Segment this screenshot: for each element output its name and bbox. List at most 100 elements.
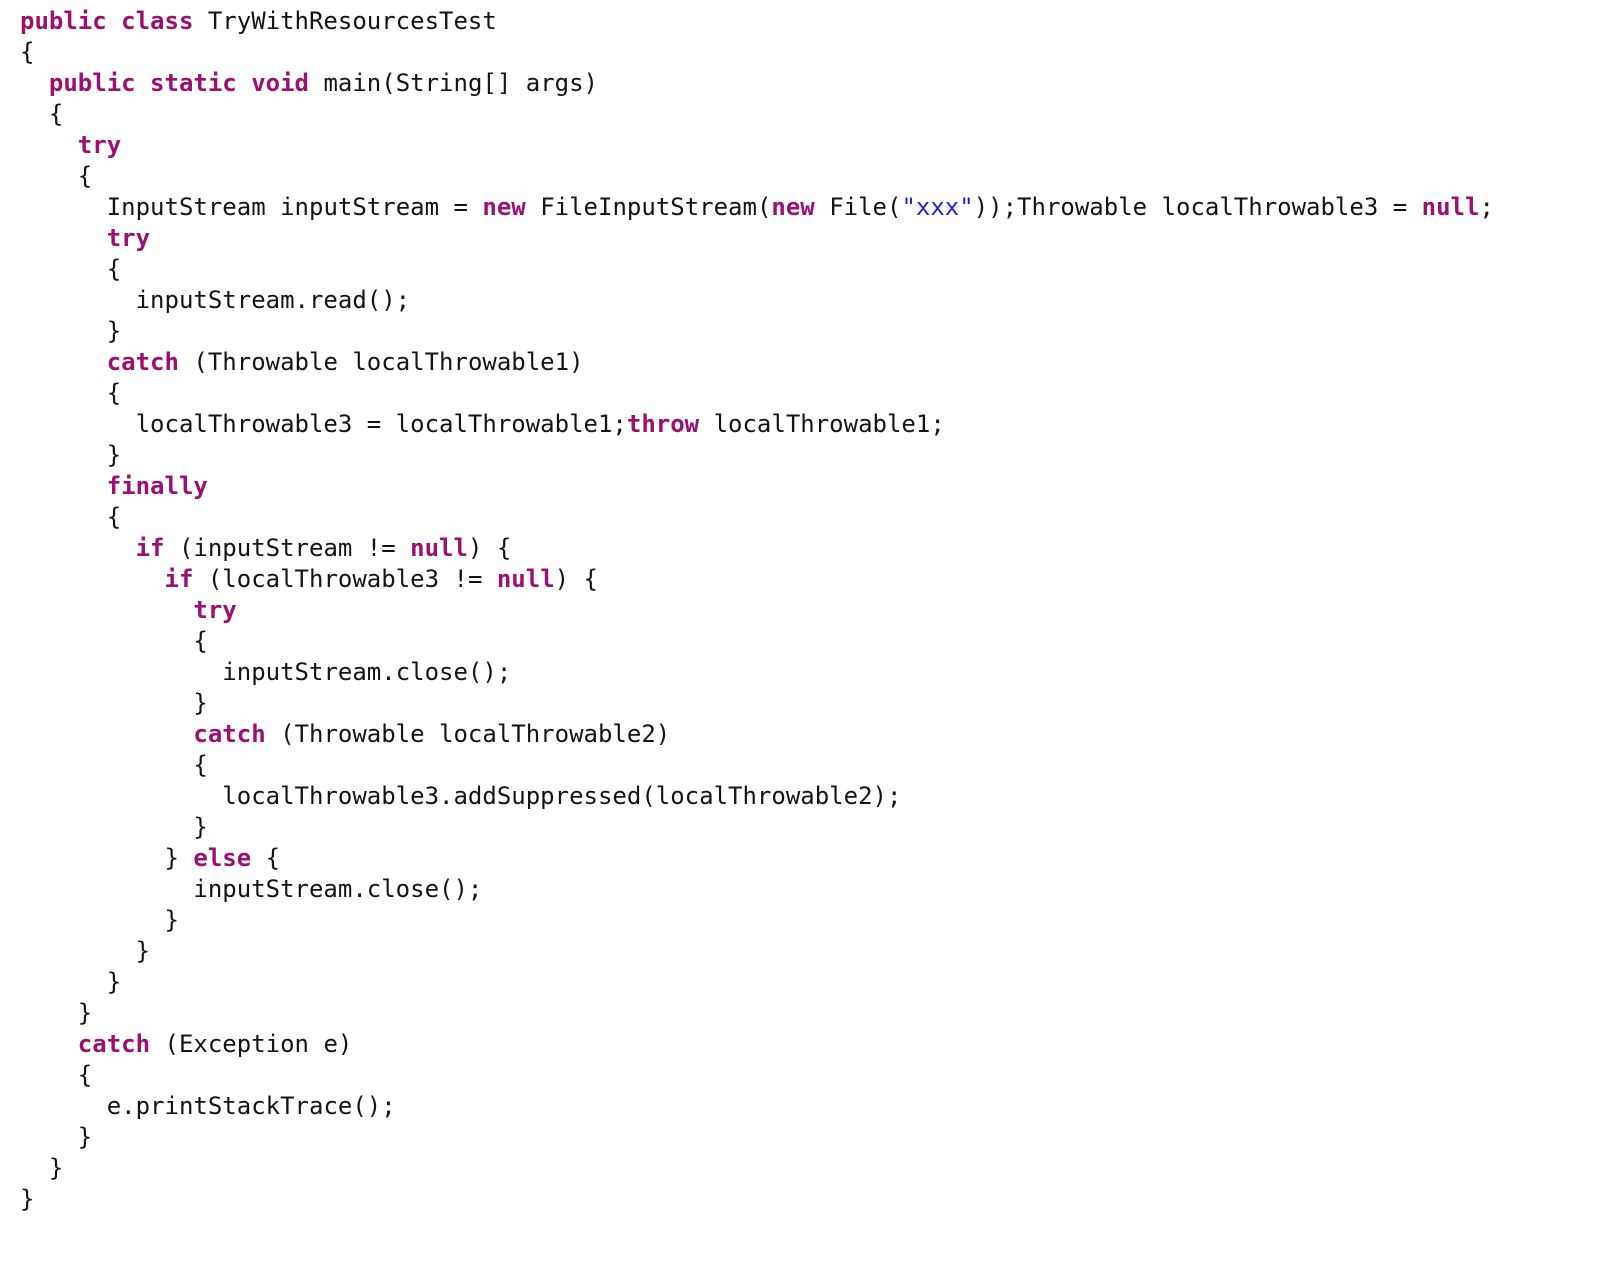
code-token-plain: localThrowable3.addSuppressed(localThrow…: [222, 782, 902, 810]
code-token-kw: if: [164, 565, 194, 593]
code-token-kw: if: [135, 534, 165, 562]
code-token-plain: ;: [1479, 193, 1494, 221]
code-line: {: [20, 99, 1494, 130]
code-line: catch (Throwable localThrowable1): [20, 347, 1494, 378]
code-token-plain: (localThrowable3 !=: [193, 565, 497, 593]
code-token-plain: inputStream.close();: [193, 875, 483, 903]
code-token-plain: inputStream.close();: [222, 658, 512, 686]
code-token-kw: finally: [106, 472, 208, 500]
code-token-plain: }: [48, 1154, 64, 1182]
code-token-plain: {: [106, 379, 122, 407]
code-line: inputStream.read();: [20, 285, 1494, 316]
code-line: catch (Exception e): [20, 1029, 1494, 1060]
code-line: }: [20, 1184, 1494, 1215]
code-token-plain: e.printStackTrace();: [106, 1092, 396, 1120]
code-token-plain: {: [193, 751, 208, 779]
code-line: } else {: [20, 843, 1494, 874]
code-token-kw: try: [193, 596, 237, 624]
code-token-plain: }: [106, 441, 122, 469]
code-line: finally: [20, 471, 1494, 502]
code-token-plain: main(String[] args): [309, 69, 598, 97]
code-line: {: [20, 502, 1494, 533]
code-token-plain: (inputStream !=: [164, 534, 411, 562]
code-line: try: [20, 223, 1494, 254]
code-token-plain: {: [48, 100, 64, 128]
code-token-plain: }: [164, 906, 179, 934]
code-token-kw: new: [482, 193, 526, 221]
code-line: {: [20, 37, 1494, 68]
code-token-plain: (Throwable localThrowable2): [265, 720, 671, 748]
code-token-kw: catch: [77, 1030, 151, 1058]
code-line: }: [20, 812, 1494, 843]
code-line: e.printStackTrace();: [20, 1091, 1494, 1122]
code-token-str: "xxx": [901, 193, 974, 221]
code-token-plain: }: [193, 813, 208, 841]
code-line: catch (Throwable localThrowable2): [20, 719, 1494, 750]
code-token-kw: null: [410, 534, 468, 562]
code-token-plain: (Throwable localThrowable1): [178, 348, 584, 376]
code-token-plain: {: [106, 503, 122, 531]
code-line: {: [20, 750, 1494, 781]
code-line: public static void main(String[] args): [20, 68, 1494, 99]
code-token-plain: localThrowable1;: [699, 410, 945, 438]
code-token-plain: }: [106, 968, 122, 996]
code-token-plain: ) {: [554, 565, 598, 593]
code-listing: public class TryWithResourcesTest{ publi…: [20, 6, 1494, 1215]
code-token-plain: {: [251, 844, 281, 872]
code-token-plain: }: [193, 689, 208, 717]
code-line: localThrowable3 = localThrowable1;throw …: [20, 409, 1494, 440]
code-token-plain: }: [77, 999, 93, 1027]
code-line: {: [20, 254, 1494, 285]
code-line: {: [20, 1060, 1494, 1091]
code-token-plain: TryWithResourcesTest: [193, 7, 497, 35]
code-line: try: [20, 130, 1494, 161]
code-token-kw: public static void: [48, 69, 309, 97]
code-token-plain: (Exception e): [150, 1030, 353, 1058]
code-token-kw: new: [771, 193, 815, 221]
code-token-plain: {: [193, 627, 208, 655]
code-line: }: [20, 905, 1494, 936]
code-token-plain: }: [20, 1185, 35, 1213]
code-line: try: [20, 595, 1494, 626]
code-token-plain: ));Throwable localThrowable3 =: [973, 193, 1422, 221]
code-token-plain: }: [164, 844, 194, 872]
code-line: InputStream inputStream = new FileInputS…: [20, 192, 1494, 223]
code-token-plain: }: [135, 937, 151, 965]
code-line: }: [20, 316, 1494, 347]
code-token-kw: try: [77, 131, 122, 159]
code-token-kw: else: [193, 844, 252, 872]
code-token-kw: catch: [193, 720, 266, 748]
code-token-kw: public class: [20, 7, 194, 35]
code-token-kw: try: [106, 224, 151, 252]
